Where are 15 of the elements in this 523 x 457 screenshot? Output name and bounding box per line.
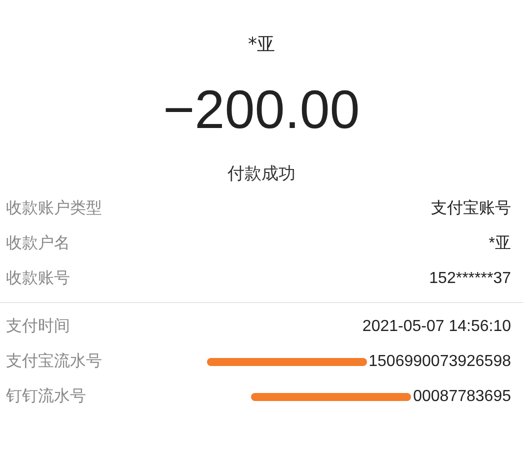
field-value: 1506990073926598 [368,352,511,370]
field-label: 支付宝流水号 [6,351,102,372]
field-value: 支付宝账号 [431,198,511,219]
payment-status: 付款成功 [228,163,296,185]
payee-name: *亚 [248,33,275,56]
field-label: 钉钉流水号 [6,386,86,407]
field-label: 收款户名 [6,233,70,254]
field-value: 152******37 [429,270,511,288]
field-value: *亚 [488,234,511,254]
field-label: 支付时间 [6,316,70,337]
field-value: 00087783695 [413,388,511,406]
field-value: 2021-05-07 14:56:10 [362,318,511,336]
field-label: 收款账号 [6,268,70,289]
field-label: 收款账户类型 [6,198,102,219]
payment-amount: −200.00 [163,79,360,142]
